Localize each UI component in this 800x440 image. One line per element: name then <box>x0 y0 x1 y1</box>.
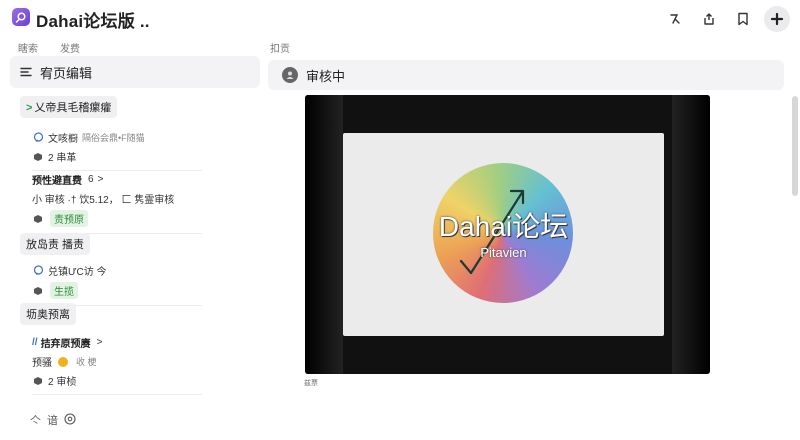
bookmark-icon[interactable] <box>730 6 756 32</box>
settings-icon[interactable] <box>64 412 76 428</box>
chat-icon <box>32 132 44 144</box>
app-title: Dahai论坛版 .. <box>36 12 150 31</box>
chat-icon <box>32 265 44 277</box>
chevron-right-icon[interactable]: > <box>98 174 104 185</box>
cube-icon <box>32 375 44 387</box>
section-3-chip[interactable]: 放岛责 播责 <box>20 233 91 255</box>
status-title: 审核中 <box>306 68 346 84</box>
avatar[interactable] <box>282 67 298 83</box>
item-1-label[interactable]: 文咳橱 <box>48 130 78 145</box>
video-player[interactable]: Dahai论坛 Pitavien <box>305 95 710 374</box>
slash-icon: // <box>32 337 38 348</box>
top-bar: Dahai论坛版 .. <box>0 0 800 36</box>
left-footer: 亽 谙 <box>30 412 76 428</box>
app-logo-icon[interactable] <box>12 8 30 26</box>
left-tab-1[interactable]: 发费 <box>60 40 80 55</box>
section-4-title[interactable]: 拮弃原预赓 <box>41 335 91 350</box>
left-panel-header[interactable]: 宥页编辑 <box>10 56 260 88</box>
left-tab-0[interactable]: 瞎索 <box>18 40 38 55</box>
coin-icon <box>58 356 68 367</box>
section-4-pre: 预骚 <box>32 358 52 369</box>
status-badge: 责预原 <box>50 210 88 227</box>
section-3-line[interactable]: 兑镇ƯC访 今 <box>48 263 107 278</box>
chevron-right-icon[interactable]: > <box>97 337 103 348</box>
item-1-sub: 隔俗会鼎•F随猫 <box>82 133 145 143</box>
menu-icon <box>20 66 32 78</box>
footer-b[interactable]: 谙 <box>47 412 58 428</box>
right-panel-header: 审核中 <box>268 60 784 90</box>
video-right-shade <box>672 95 710 374</box>
scrollbar[interactable] <box>792 96 798 196</box>
section-4-meta: 2 审桢 <box>48 377 77 388</box>
section-2: 预性避直费 6 > 小 审核 ·† 饮5.12， 匚 隽霊审核 责预原 <box>20 172 202 240</box>
cube-icon <box>32 213 44 225</box>
video-frame: Dahai论坛 Pitavien <box>343 133 664 336</box>
section-2-line: 小 审核 ·† 饮5.12， 匚 隽霊审核 <box>32 195 175 206</box>
add-icon[interactable] <box>764 6 790 32</box>
brand-text: Dahai论坛 <box>438 211 569 242</box>
item-1-meta: 2 串革 <box>48 153 77 164</box>
section-4-chip[interactable]: 坜奥预离 <box>20 303 76 325</box>
left-panel-title: 宥页编辑 <box>40 65 93 81</box>
video-left-shade <box>305 95 343 374</box>
section-4-post: 收 梗 <box>76 357 97 367</box>
video-caption: 兹票 <box>304 380 318 387</box>
cube-icon <box>32 151 44 163</box>
section-1: > 乂帝具毛稽瘰癨 文咳橱 隔俗会鼎•F随猫 2 串革 <box>20 96 202 177</box>
footer-a[interactable]: 亽 <box>30 412 41 428</box>
cube-icon <box>32 285 44 297</box>
section-2-count: 6 <box>88 174 94 185</box>
section-4: 坜奥预离 // 拮弃原预赓 > 预骚 收 梗 2 审桢 <box>20 303 202 401</box>
share-icon[interactable] <box>696 6 722 32</box>
section-1-chip[interactable]: > 乂帝具毛稽瘰癨 <box>20 96 118 118</box>
status-badge: 生揽 <box>50 282 78 299</box>
section-2-title[interactable]: 预性避直费 <box>32 172 82 187</box>
section-3: 放岛责 播责 兑镇ƯC访 今 生揽 <box>20 233 202 312</box>
brand-subtext: Pitavien <box>480 245 527 260</box>
translate-icon[interactable] <box>662 6 688 32</box>
right-tab[interactable]: 扣贡 <box>270 40 290 55</box>
